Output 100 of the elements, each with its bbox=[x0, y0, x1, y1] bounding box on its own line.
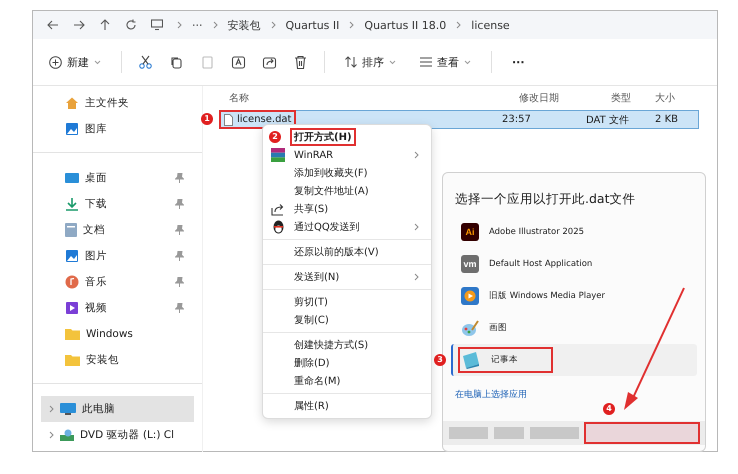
drive-icon bbox=[60, 429, 74, 441]
up-arrow-icon[interactable] bbox=[99, 19, 111, 31]
menu-item[interactable]: 还原以前的版本(V) bbox=[267, 243, 427, 261]
menu-item[interactable]: 复制文件地址(A) bbox=[267, 182, 427, 200]
download-icon bbox=[65, 197, 79, 211]
chevron-icon bbox=[456, 21, 462, 29]
app-option[interactable]: vm Default Host Application bbox=[451, 248, 697, 280]
date-cell-text: 23:57 bbox=[501, 114, 532, 125]
folder-icon bbox=[65, 354, 80, 366]
sidebar-item[interactable]: 主文件夹 bbox=[41, 90, 194, 116]
chevron-icon bbox=[212, 21, 218, 29]
sidebar-item[interactable]: 安装包 bbox=[41, 347, 194, 373]
breadcrumb-item[interactable]: Quartus II bbox=[286, 18, 340, 32]
menu-item[interactable]: 发送到(N) bbox=[267, 268, 427, 286]
app-option[interactable]: 旧版 Windows Media Player bbox=[451, 280, 697, 312]
new-button[interactable]: 新建 bbox=[45, 52, 105, 72]
sort-button[interactable]: 排序 bbox=[341, 52, 400, 72]
picture-icon bbox=[65, 249, 79, 263]
forward-arrow-icon[interactable] bbox=[73, 19, 85, 31]
sidebar-item[interactable]: 图库 bbox=[41, 116, 194, 142]
trash-icon[interactable] bbox=[293, 54, 308, 70]
app-option[interactable]: 画图 bbox=[451, 312, 697, 344]
music-icon bbox=[65, 275, 79, 289]
sidebar-item[interactable]: 图片 bbox=[41, 243, 194, 269]
blurred-block bbox=[449, 427, 488, 439]
view-button[interactable]: 查看 bbox=[416, 52, 475, 72]
blurred-button[interactable] bbox=[585, 423, 699, 443]
chevron-icon bbox=[177, 21, 182, 29]
menu-item[interactable]: 删除(D) bbox=[267, 354, 427, 372]
breadcrumb-item[interactable]: license bbox=[471, 18, 510, 32]
app-logo-icon: vm bbox=[461, 255, 479, 273]
desktop-icon bbox=[65, 173, 79, 183]
rename-icon[interactable] bbox=[231, 54, 246, 70]
step-number-badge: 1 bbox=[201, 113, 213, 125]
scissors-icon[interactable] bbox=[138, 54, 153, 70]
sidebar-item[interactable]: 此电脑 bbox=[41, 396, 194, 422]
menu-item[interactable]: WinRAR bbox=[267, 146, 427, 164]
folder-icon bbox=[65, 328, 80, 340]
menu-item[interactable]: 属性(R) bbox=[267, 397, 427, 415]
pin-icon bbox=[175, 225, 184, 235]
file-row[interactable]: license.dat 23:57 DAT 文件 2 KB bbox=[219, 110, 699, 129]
home-icon bbox=[65, 96, 79, 110]
play-icon bbox=[461, 287, 479, 305]
step-number-badge: 2 bbox=[269, 131, 281, 143]
penguin-icon bbox=[272, 220, 284, 234]
back-arrow-icon[interactable] bbox=[47, 19, 59, 31]
column-header[interactable]: 修改日期 bbox=[519, 91, 611, 105]
stacked-books-icon bbox=[271, 148, 285, 162]
column-header[interactable]: 名称 bbox=[229, 91, 519, 105]
menu-item[interactable]: 重命名(M) bbox=[267, 372, 427, 390]
file-icon bbox=[224, 114, 233, 126]
plus-circle-icon bbox=[49, 56, 62, 68]
caret-icon bbox=[464, 60, 471, 64]
file-name-cell[interactable]: license.dat bbox=[220, 111, 296, 128]
step-number-badge: 4 bbox=[603, 403, 615, 415]
sidebar-item[interactable]: 视频 bbox=[41, 295, 194, 321]
chevron-icon[interactable] bbox=[49, 405, 54, 413]
refresh-icon[interactable] bbox=[125, 19, 137, 31]
breadcrumb-item[interactable]: ··· bbox=[192, 18, 202, 32]
document-icon bbox=[65, 223, 77, 237]
column-header[interactable]: 类型 bbox=[611, 91, 655, 105]
chevron-icon[interactable] bbox=[49, 431, 54, 439]
type-cell-text: DAT 文件 bbox=[586, 114, 630, 126]
menu-item[interactable]: 添加到收藏夹(F) bbox=[267, 164, 427, 182]
sidebar-item[interactable]: 下载 bbox=[41, 191, 194, 217]
sidebar-item[interactable]: DVD 驱动器 (L:) Cl bbox=[41, 422, 194, 448]
menu-item[interactable]: 通过QQ发送到 bbox=[267, 218, 427, 236]
choose-app-link[interactable]: 在电脑上选择应用 bbox=[455, 388, 527, 401]
app-option[interactable]: Ai Adobe Illustrator 2025 bbox=[451, 216, 697, 248]
monitor-icon[interactable] bbox=[151, 19, 163, 31]
menu-item[interactable]: 复制(C) bbox=[267, 311, 427, 329]
menu-item[interactable]: 创建快捷方式(S) bbox=[267, 336, 427, 354]
sidebar-item[interactable]: Windows bbox=[41, 321, 194, 347]
menu-item[interactable]: 共享(S) bbox=[267, 200, 427, 218]
breadcrumb-item[interactable]: Quartus II 18.0 bbox=[364, 18, 446, 32]
menu-item[interactable]: 剪切(T) bbox=[267, 293, 427, 311]
app-option[interactable]: 记事本 bbox=[451, 344, 697, 376]
palette-icon bbox=[461, 319, 479, 337]
app-logo-icon: Ai bbox=[461, 223, 479, 241]
monitor-icon bbox=[60, 403, 76, 415]
copy-icon[interactable] bbox=[169, 54, 184, 70]
sidebar-item[interactable]: 文档 bbox=[41, 217, 194, 243]
blurred-block bbox=[530, 427, 579, 439]
more-button[interactable]: ··· bbox=[508, 52, 529, 72]
picture-icon bbox=[65, 122, 79, 136]
dialog-title: 选择一个应用以打开此.dat文件 bbox=[454, 190, 636, 208]
breadcrumb-item[interactable]: 安装包 bbox=[228, 18, 260, 32]
chevron-icon bbox=[414, 223, 419, 231]
chevron-icon bbox=[414, 273, 419, 281]
column-header[interactable]: 大小 bbox=[655, 91, 699, 105]
chevron-icon bbox=[270, 21, 276, 29]
video-icon bbox=[65, 301, 79, 315]
sidebar-item[interactable]: 音乐 bbox=[41, 269, 194, 295]
pin-icon bbox=[175, 173, 184, 183]
blurred-block bbox=[494, 427, 524, 439]
sidebar-item[interactable]: 桌面 bbox=[41, 165, 194, 191]
caret-icon bbox=[389, 60, 396, 64]
share-icon[interactable] bbox=[262, 54, 277, 70]
pin-icon bbox=[175, 277, 184, 287]
lines-icon bbox=[420, 57, 432, 67]
